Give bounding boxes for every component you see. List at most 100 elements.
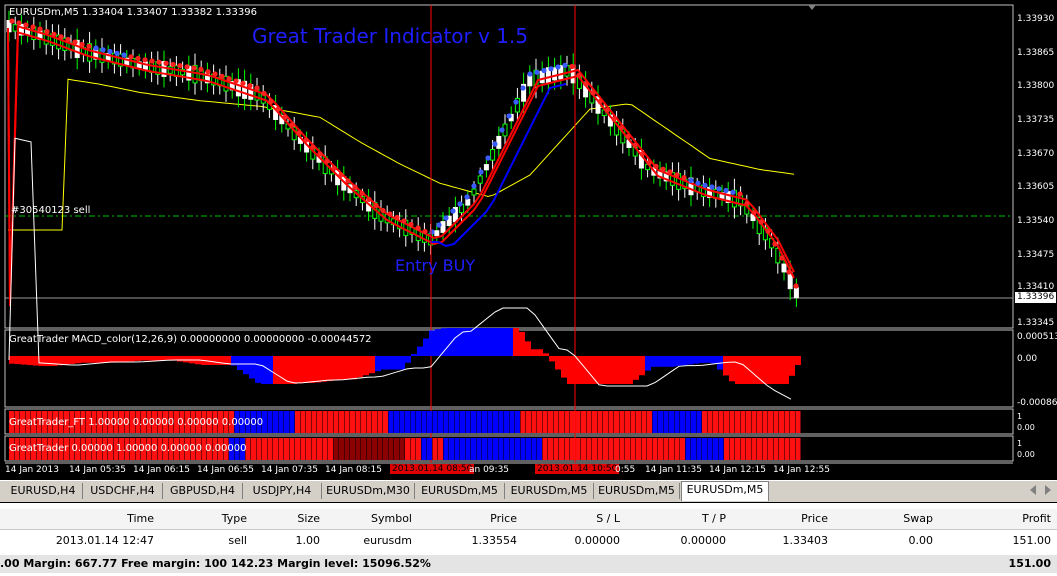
- gt-bar: [289, 438, 295, 460]
- signal-dot: [86, 43, 92, 49]
- gt-bar: [707, 438, 713, 460]
- macd-bar: [585, 356, 591, 384]
- chart-canvas[interactable]: [0, 0, 1057, 480]
- tab-eurusd-h4[interactable]: EURUSD,H4: [4, 483, 83, 499]
- col-price[interactable]: Price: [801, 512, 828, 525]
- signal-dot: [772, 241, 778, 247]
- time-tick: 14 Jan 07:35: [261, 465, 318, 475]
- ft-bar: [652, 411, 658, 433]
- col-symbol[interactable]: Symbol: [371, 512, 412, 525]
- signal-dot: [296, 130, 302, 136]
- col-swap[interactable]: Swap: [903, 512, 933, 525]
- tab-eurusdm-m5-active[interactable]: EURUSDm,M5: [681, 481, 769, 501]
- tab-eurusdm-m30[interactable]: EURUSDm,M30: [322, 483, 415, 499]
- ft-bar: [625, 411, 630, 433]
- ft-bar: [707, 411, 713, 433]
- gt-bar: [405, 438, 410, 460]
- col-type[interactable]: Type: [222, 512, 247, 525]
- gt-bar: [658, 438, 663, 460]
- signal-dot: [261, 90, 267, 97]
- ft-bar: [421, 411, 427, 433]
- signal-dot: [646, 160, 652, 166]
- ft-bar: [498, 411, 504, 433]
- gt-bar: [724, 438, 729, 460]
- candle-body: [471, 188, 477, 196]
- triangle-right-icon[interactable]: [1045, 485, 1051, 495]
- macd-bar: [69, 356, 75, 364]
- triangle-left-icon[interactable]: [1030, 485, 1036, 495]
- ft-bar: [713, 411, 718, 433]
- col-time[interactable]: Time: [127, 512, 154, 525]
- col-sl[interactable]: S / L: [596, 512, 620, 525]
- ft-bar: [520, 411, 526, 433]
- macd-bar: [75, 356, 81, 364]
- ft-bar: [553, 411, 559, 433]
- gt-bar: [487, 438, 493, 460]
- gt-bar: [256, 438, 262, 460]
- macd-header: GreatTrader MACD_color(12,26,9) 0.000000…: [9, 334, 372, 345]
- table-row[interactable]: 2013.01.14 12:47 sell 1.00 eurusdm 1.335…: [0, 531, 1057, 551]
- order-line-label: #30540123 sell: [11, 205, 91, 216]
- macd-bar: [597, 356, 603, 384]
- signal-dot: [709, 184, 715, 190]
- gt-bar: [768, 438, 773, 460]
- ft-bar: [696, 411, 702, 433]
- tab-usdjpy-h4[interactable]: USDJPY,H4: [243, 483, 322, 499]
- macd-bar: [609, 356, 615, 384]
- col-profit[interactable]: Profit: [1022, 512, 1051, 525]
- signal-dot: [51, 31, 57, 37]
- col-open-price[interactable]: Price: [490, 512, 517, 525]
- macd-bar: [513, 328, 519, 356]
- time-marker-1: 2013.01.14 08:50: [390, 464, 475, 474]
- tab-gbpusd-h4[interactable]: GBPUSD,H4: [163, 483, 243, 499]
- ft-bar: [691, 411, 696, 433]
- price-tick: 1.33865: [1017, 48, 1055, 58]
- col-tp[interactable]: T / P: [702, 512, 726, 525]
- gt-bar: [647, 438, 652, 460]
- macd-bar: [411, 354, 417, 356]
- tab-eurusdm-m5-a[interactable]: EURUSDm,M5: [415, 483, 505, 499]
- signal-dot: [611, 116, 617, 122]
- signal-dot: [555, 64, 561, 70]
- signal-dot: [632, 142, 638, 148]
- signal-dot: [471, 183, 477, 189]
- signal-dot: [583, 81, 589, 87]
- macd-bar: [765, 356, 771, 384]
- gt-bar: [322, 438, 328, 460]
- time-tick: 0:55: [615, 465, 636, 475]
- signal-dot: [758, 219, 764, 225]
- macd-bar: [243, 356, 249, 375]
- macd-bar: [519, 331, 525, 356]
- gt-bar: [471, 438, 476, 460]
- gt-bar: [559, 438, 564, 460]
- time-tick: 14 Jan 12:55: [773, 465, 830, 475]
- tab-eurusdm-m5-b[interactable]: EURUSDm,M5: [505, 483, 594, 499]
- gt-bar: [553, 438, 559, 460]
- macd-bar: [9, 356, 15, 364]
- col-size[interactable]: Size: [297, 512, 320, 525]
- ft-bar: [724, 411, 729, 433]
- ft-bar: [454, 411, 460, 433]
- tab-usdchf-h4[interactable]: USDCHF,H4: [83, 483, 163, 499]
- tab-eurusdm-m5-c[interactable]: EURUSDm,M5: [594, 483, 680, 499]
- ft-bar: [790, 411, 795, 433]
- ft-bar: [586, 411, 592, 433]
- macd-bar: [39, 356, 45, 367]
- ft-bar: [377, 411, 383, 433]
- ft-bar: [410, 411, 416, 433]
- gt-bar: [504, 438, 509, 460]
- ft-bar: [647, 411, 652, 433]
- ft-bar: [405, 411, 410, 433]
- macd-bar: [255, 356, 261, 383]
- gt-bar: [493, 438, 498, 460]
- time-tick: 14 Jan 06:15: [133, 465, 190, 475]
- macd-bar: [297, 356, 303, 384]
- gt-bar: [614, 438, 619, 460]
- ft-bar: [575, 411, 581, 433]
- gt-bar: [641, 438, 647, 460]
- signal-dot: [268, 98, 274, 104]
- gt-bar: [350, 438, 355, 460]
- ft-bar: [311, 411, 317, 433]
- price-scale: 1.33930 1.33865 1.33800 1.33735 1.33670 …: [1013, 0, 1057, 328]
- ft-bar: [383, 411, 388, 433]
